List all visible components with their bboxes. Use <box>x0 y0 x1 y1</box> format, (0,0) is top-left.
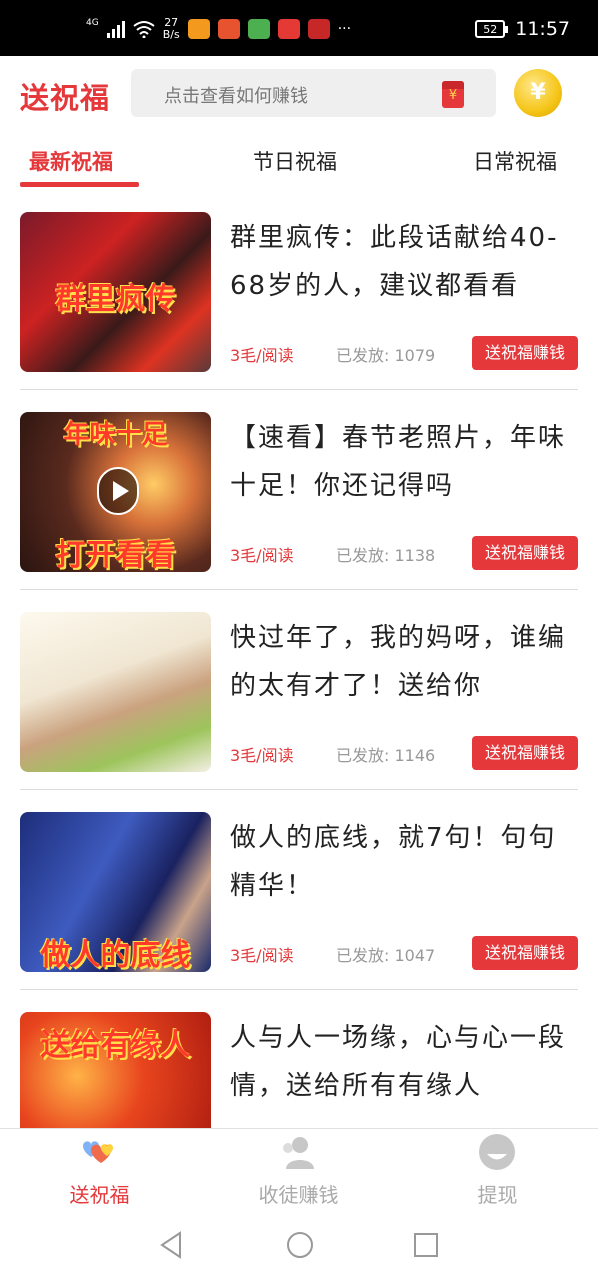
article-thumbnail: 送给有缘人 <box>20 1012 211 1128</box>
app-notification-icon <box>187 19 210 39</box>
share-earn-button[interactable]: 送祝福赚钱 <box>472 736 578 770</box>
nav-send-blessing[interactable]: 送祝福 <box>0 1129 199 1213</box>
coin-icon[interactable]: ¥ <box>514 69 562 117</box>
tab-latest[interactable]: 最新祝福 <box>29 146 113 176</box>
withdraw-icon <box>479 1134 515 1170</box>
app-notification-icon <box>217 19 240 39</box>
back-icon[interactable] <box>158 1230 184 1260</box>
article-price: 3毛/阅读 <box>230 946 294 965</box>
article-list: 群里疯传 群里疯传：此段话献给40-68岁的人，建议都看看 3毛/阅读 已发放:… <box>0 190 598 1128</box>
share-earn-button[interactable]: 送祝福赚钱 <box>472 936 578 970</box>
system-navigation-bar <box>0 1212 598 1280</box>
red-packet-icon: ¥ <box>442 81 464 108</box>
tab-daily[interactable]: 日常祝福 <box>473 146 557 176</box>
search-bar[interactable]: 点击查看如何赚钱 ¥ <box>131 69 496 117</box>
article-sent-count: 已发放: 1146 <box>336 746 436 765</box>
app-logo: 送祝福 <box>20 81 111 115</box>
nav-label: 提现 <box>477 1183 518 1207</box>
nav-label: 送祝福 <box>69 1183 130 1207</box>
article-sent-count: 已发放: 1047 <box>336 946 436 965</box>
thumbnail-caption: 送给有缘人 <box>40 1028 191 1063</box>
article-price: 3毛/阅读 <box>230 346 294 365</box>
article-item[interactable]: 快过年了，我的妈呀，谁编的太有才了！送给你 3毛/阅读 已发放: 1146 送祝… <box>20 590 578 790</box>
article-title[interactable]: 群里疯传：此段话献给40-68岁的人，建议都看看 <box>230 214 578 314</box>
article-item[interactable]: 年味十足 打开看看 【速看】春节老照片，年味十足！你还记得吗 3毛/阅读 已发放… <box>20 390 578 590</box>
more-notifications-icon: ··· <box>337 21 352 37</box>
share-earn-button[interactable]: 送祝福赚钱 <box>472 336 578 370</box>
thumbnail-caption: 打开看看 <box>55 538 176 572</box>
bottom-navigation: 送祝福 收徒赚钱 提现 <box>0 1128 598 1212</box>
nav-recruit-earn[interactable]: 收徒赚钱 <box>199 1129 398 1213</box>
article-title[interactable]: 做人的底线，就7句！句句精华！ <box>230 814 578 914</box>
thumbnail-caption: 做人的底线 <box>40 938 191 972</box>
article-item[interactable]: 送给有缘人 人与人一场缘，心与心一段情，送给所有有缘人 <box>20 990 578 1128</box>
user-icon <box>283 1137 314 1169</box>
active-tab-indicator <box>20 182 139 187</box>
app-notification-icon <box>277 19 300 39</box>
signal-icon <box>106 20 125 38</box>
battery-level: 52 <box>483 22 498 36</box>
battery-icon: 52 <box>475 20 509 38</box>
article-price: 3毛/阅读 <box>230 746 294 765</box>
share-earn-button[interactable]: 送祝福赚钱 <box>472 536 578 570</box>
article-thumbnail: 年味十足 打开看看 <box>20 412 211 572</box>
net-speed-unit: B/s <box>162 28 180 41</box>
nav-withdraw[interactable]: 提现 <box>398 1129 597 1213</box>
article-thumbnail: 做人的底线 <box>20 812 211 972</box>
category-tabs: 最新祝福 节日祝福 日常祝福 <box>0 132 598 190</box>
play-icon <box>97 467 139 515</box>
article-title[interactable]: 快过年了，我的妈呀，谁编的太有才了！送给你 <box>230 614 578 714</box>
article-sent-count: 已发放: 1079 <box>336 346 436 365</box>
article-title[interactable]: 【速看】春节老照片，年味十足！你还记得吗 <box>230 414 578 514</box>
article-thumbnail: 群里疯传 <box>20 212 211 372</box>
article-item[interactable]: 群里疯传 群里疯传：此段话献给40-68岁的人，建议都看看 3毛/阅读 已发放:… <box>20 190 578 390</box>
search-placeholder: 点击查看如何赚钱 <box>164 86 308 107</box>
nav-label: 收徒赚钱 <box>258 1183 339 1207</box>
app-notification-icon <box>247 19 270 39</box>
status-left: 4G 27 B/s ··· <box>86 14 351 44</box>
article-price: 3毛/阅读 <box>230 546 294 565</box>
status-bar: 4G 27 B/s ··· 52 11:57 <box>0 0 598 56</box>
net-speed: 27 B/s <box>163 17 180 41</box>
hearts-icon <box>83 1141 113 1163</box>
clock: 11:57 <box>515 18 570 40</box>
article-item[interactable]: 做人的底线 做人的底线，就7句！句句精华！ 3毛/阅读 已发放: 1047 送祝… <box>20 790 578 990</box>
app-notification-icon <box>307 19 330 39</box>
recents-icon[interactable] <box>413 1230 439 1260</box>
thumbnail-caption-top: 年味十足 <box>63 420 168 450</box>
article-title[interactable]: 人与人一场缘，心与心一段情，送给所有有缘人 <box>230 1014 578 1114</box>
article-sent-count: 已发放: 1138 <box>336 546 436 565</box>
article-thumbnail <box>20 612 211 772</box>
home-icon[interactable] <box>285 1230 315 1260</box>
status-right: 52 11:57 <box>475 14 570 44</box>
app-header: 送祝福 点击查看如何赚钱 ¥ ¥ <box>0 56 598 132</box>
network-type: 4G <box>86 18 99 28</box>
tab-holiday[interactable]: 节日祝福 <box>253 146 337 176</box>
wifi-icon <box>133 21 155 38</box>
thumbnail-caption: 群里疯传 <box>55 282 176 317</box>
